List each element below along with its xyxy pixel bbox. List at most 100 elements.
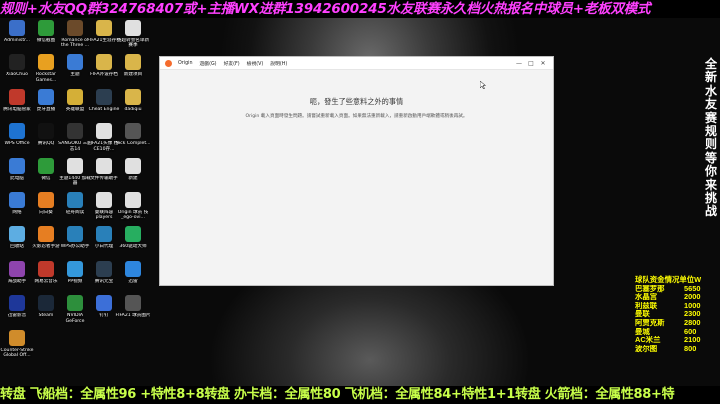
desktop-app-icon bbox=[38, 88, 54, 105]
team-funds-table: 球队资金情况单位W 巴塞罗那 5650 水晶宫 2000 利兹联 1000 曼联 2300 阿贾… bbox=[635, 275, 719, 354]
desktop-icon[interactable]: 新建 bbox=[118, 157, 148, 194]
desktop-app-icon bbox=[38, 54, 54, 71]
desktop-icon-label: 迅雷 bbox=[128, 278, 138, 284]
maximize-button[interactable]: □ bbox=[525, 57, 537, 70]
desktop-app-icon bbox=[38, 123, 54, 140]
desktop-app-icon bbox=[67, 20, 83, 36]
team-funds-rows: 巴塞罗那 5650 水晶宫 2000 利兹联 1000 曼联 2300 阿贾克斯 2800 曼城 60… bbox=[635, 284, 719, 354]
desktop-app-icon bbox=[96, 295, 112, 312]
desktop-icon[interactable]: 迅雷 bbox=[118, 260, 148, 297]
team-name: 水晶宫 bbox=[635, 293, 658, 302]
desktop-app-icon bbox=[96, 54, 112, 71]
desktop-app-icon bbox=[67, 295, 83, 312]
desktop-icon-label: 新建 bbox=[128, 175, 138, 181]
desktop-app-icon bbox=[125, 192, 141, 208]
origin-window[interactable]: Origin 遊戲(G) 好友(F) 檢視(V) 說明(H) — □ ✕ 呃，發… bbox=[159, 56, 554, 286]
desktop-icon[interactable]: 英超转会名单新赛季 bbox=[116, 20, 150, 56]
desktop-app-icon bbox=[9, 260, 25, 277]
team-funds-row: 巴塞罗那 5650 bbox=[635, 284, 719, 294]
desktop-app-icon bbox=[67, 54, 83, 71]
desktop-app-icon bbox=[96, 157, 112, 174]
desktop-icon-label: Origin 球员 技_ego-ovi... bbox=[117, 210, 149, 221]
desktop-app-icon bbox=[125, 88, 141, 105]
desktop-app-icon bbox=[9, 20, 25, 36]
desktop-app-icon bbox=[38, 192, 54, 208]
team-name: 曼联 bbox=[635, 310, 650, 319]
desktop-icon-label: Counter-Strike Global Off... bbox=[0, 347, 34, 358]
team-name: 利兹联 bbox=[635, 301, 658, 310]
desktop-app-icon bbox=[9, 226, 25, 243]
team-name: 曼城 bbox=[635, 327, 650, 336]
desktop-icon-label: 新建项目 bbox=[123, 72, 143, 78]
minimize-button[interactable]: — bbox=[513, 57, 525, 70]
desktop-icon[interactable]: Origin 球员 技_ego-ovi... bbox=[118, 192, 148, 228]
desktop-app-icon bbox=[125, 157, 141, 174]
team-name: AC米兰 bbox=[635, 336, 661, 345]
origin-logo-icon bbox=[165, 59, 172, 67]
team-funds-row: 曼城 600 bbox=[635, 327, 719, 337]
desktop-app-icon bbox=[67, 88, 83, 105]
desktop-icon[interactable]: 360驱动大师 bbox=[118, 226, 148, 262]
desktop-icon-label: Nick Complet... bbox=[115, 141, 151, 147]
desktop-app-icon bbox=[67, 260, 83, 277]
right-vertical-slogan: 全新水友赛规则等你来挑战 bbox=[704, 57, 717, 219]
desktop-icon-label: 英超转会名单新赛季 bbox=[116, 38, 150, 49]
desktop-app-icon bbox=[9, 192, 25, 208]
team-name: 波尔图 bbox=[635, 344, 658, 353]
desktop-app-icon bbox=[38, 20, 54, 36]
window-controls: — □ ✕ bbox=[513, 57, 549, 70]
team-funds-row: 利兹联 1000 bbox=[635, 301, 719, 311]
menu-help[interactable]: 說明(H) bbox=[270, 60, 287, 67]
desktop-app-icon bbox=[125, 20, 141, 36]
desktop-app-icon bbox=[38, 260, 54, 277]
team-funds-value: 800 bbox=[684, 343, 697, 353]
desktop-icon[interactable]: FIFA21 球员图片 bbox=[115, 295, 151, 331]
desktop-icon-label: FIFA21 球员图片 bbox=[115, 313, 151, 319]
desktop-app-icon bbox=[67, 226, 83, 243]
desktop-app-icon bbox=[96, 226, 112, 243]
team-name: 巴塞罗那 bbox=[635, 284, 665, 293]
desktop-app-icon bbox=[9, 88, 25, 105]
desktop-icon-grid: Administr... 微信截图 Romance of the Three ...… bbox=[0, 16, 151, 386]
desktop-app-icon bbox=[9, 54, 25, 71]
desktop-app-icon bbox=[38, 295, 54, 312]
desktop-icon-label: dadiqiu bbox=[124, 106, 142, 112]
desktop-app-icon bbox=[96, 260, 112, 277]
menu-games[interactable]: 遊戲(G) bbox=[200, 60, 217, 67]
team-funds-row: 曼联 2300 bbox=[635, 310, 719, 319]
mouse-cursor-icon bbox=[480, 81, 486, 89]
desktop-icon[interactable]: 新建项目 bbox=[118, 54, 148, 90]
top-banner-league: 水友联赛永久档火热报名中球员+老板双模式 bbox=[386, 1, 651, 17]
desktop-icon[interactable]: Counter-Strike Global Off... bbox=[0, 329, 34, 366]
desktop-app-icon bbox=[67, 123, 83, 140]
desktop-app-icon bbox=[96, 192, 112, 208]
team-name: 阿贾克斯 bbox=[635, 318, 665, 327]
desktop-app-icon bbox=[38, 226, 54, 243]
menu-friends[interactable]: 好友(F) bbox=[224, 60, 240, 67]
desktop-app-icon bbox=[67, 157, 83, 174]
desktop-app-icon bbox=[125, 123, 141, 140]
window-titlebar[interactable]: Origin 遊戲(G) 好友(F) 檢視(V) 說明(H) — □ ✕ bbox=[160, 57, 553, 70]
desktop-app-icon bbox=[96, 123, 112, 140]
top-banner-rules: 规则+水友QQ群324768407或+主播WX进群13942600245 bbox=[0, 1, 387, 17]
desktop-app-icon bbox=[9, 157, 25, 174]
desktop-app-icon bbox=[125, 295, 141, 312]
app-name: Origin bbox=[178, 60, 193, 66]
desktop-icon-label: 360驱动大师 bbox=[119, 244, 147, 250]
close-button[interactable]: ✕ bbox=[537, 57, 549, 70]
menu-view[interactable]: 檢視(V) bbox=[247, 60, 264, 67]
team-funds-row: 波尔图 800 bbox=[635, 343, 719, 354]
team-funds-title: 球队资金情况单位W bbox=[635, 275, 702, 284]
error-title: 呃，發生了些意料之外的事情 bbox=[309, 97, 404, 106]
team-funds-row: 阿贾克斯 2800 bbox=[635, 318, 719, 328]
team-funds-row: AC米兰 2100 bbox=[635, 336, 719, 345]
desktop-icon[interactable]: Nick Complet... bbox=[115, 123, 151, 159]
desktop-icon[interactable]: dadiqiu bbox=[118, 88, 148, 125]
desktop-app-icon bbox=[125, 260, 141, 277]
desktop-app-icon bbox=[38, 157, 54, 174]
desktop-app-icon bbox=[67, 192, 83, 208]
bottom-banner-text: 转盘 飞船档：全属性96 +特性8+8转盘 办卡档：全属性80 飞机档：全属性8… bbox=[0, 387, 675, 402]
desktop-app-icon bbox=[9, 329, 25, 346]
desktop-app-icon bbox=[125, 226, 141, 243]
bottom-marquee-banner: 转盘 飞船档：全属性96 +特性8+8转盘 办卡档：全属性80 飞机档：全属性8… bbox=[0, 386, 720, 404]
